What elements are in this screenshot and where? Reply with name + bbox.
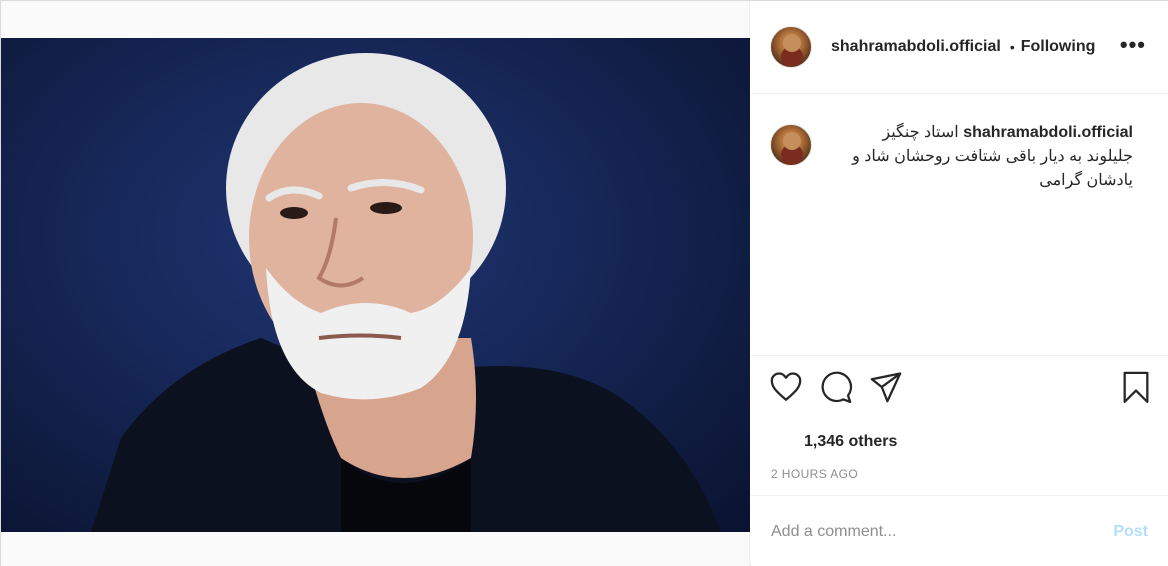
instagram-post: shahramabdoli.official • Following ••• s…	[0, 0, 1168, 566]
post-photo[interactable]	[1, 38, 750, 532]
bookmark-icon[interactable]	[1119, 370, 1153, 404]
likes-count[interactable]: 1,346 others	[804, 433, 897, 451]
caption-text-block: shahramabdoli.official استاد چنگیز جلیلو…	[833, 121, 1133, 193]
share-icon[interactable]	[869, 370, 903, 404]
post-sidebar: shahramabdoli.official • Following ••• s…	[751, 1, 1168, 566]
post-header: shahramabdoli.official • Following •••	[751, 1, 1168, 94]
post-media	[1, 1, 750, 566]
more-options-icon[interactable]: •••	[1120, 34, 1146, 56]
post-caption: shahramabdoli.official استاد چنگیز جلیلو…	[770, 121, 1155, 193]
portrait-illustration	[91, 53, 721, 532]
caption-avatar[interactable]	[770, 124, 812, 166]
following-button[interactable]: Following	[1021, 38, 1096, 56]
author-avatar[interactable]	[770, 26, 812, 68]
post-timestamp[interactable]: 2 HOURS AGO	[771, 467, 858, 481]
follow-separator: •	[1009, 39, 1015, 55]
comment-bar: Post	[751, 495, 1168, 566]
author-username[interactable]: shahramabdoli.official	[831, 38, 1001, 56]
post-comment-button[interactable]: Post	[1113, 523, 1148, 541]
heart-icon[interactable]	[769, 370, 803, 404]
caption-username[interactable]: shahramabdoli.official	[963, 124, 1133, 141]
comment-icon[interactable]	[819, 370, 853, 404]
comment-input[interactable]	[771, 522, 1114, 541]
action-bar	[751, 355, 1168, 417]
